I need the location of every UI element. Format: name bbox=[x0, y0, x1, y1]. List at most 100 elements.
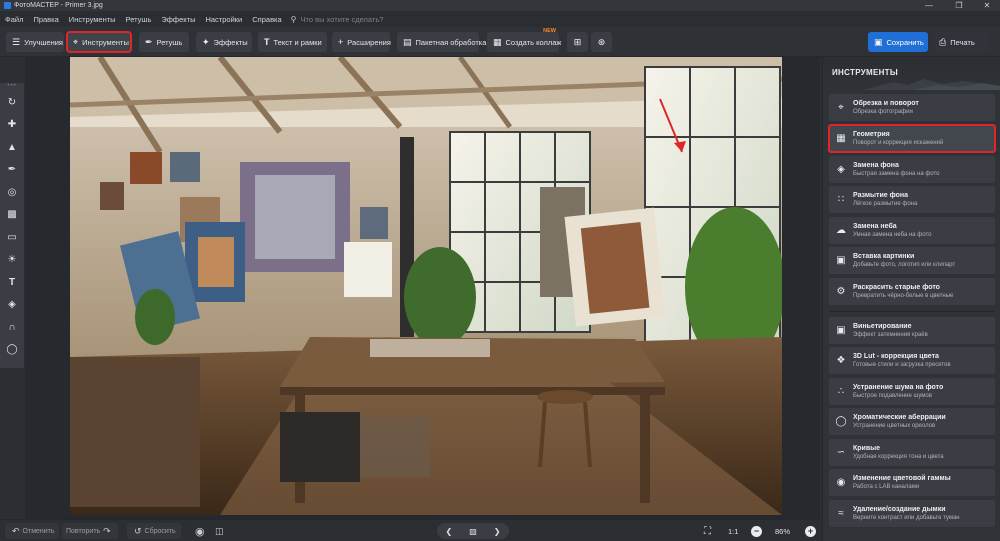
undo-icon: ↶ bbox=[12, 525, 20, 536]
target-tool-icon[interactable]: ◎ bbox=[0, 181, 24, 204]
tool-geometry[interactable]: ▦ Геометрия Поворот и коррекция искажений bbox=[828, 124, 996, 153]
next-file-icon[interactable]: ❯ bbox=[494, 527, 501, 536]
photo-canvas[interactable] bbox=[70, 57, 782, 515]
zoom-in-button[interactable]: + bbox=[805, 523, 816, 539]
sun-tool-icon[interactable]: ☀ bbox=[0, 249, 24, 272]
lasso-tool-icon[interactable]: ∩ bbox=[0, 316, 24, 339]
menu-search[interactable]: ⚲ Что вы хотите сделать? bbox=[291, 15, 384, 24]
text-tool-icon[interactable]: T bbox=[0, 271, 24, 294]
tool-background-blur[interactable]: ∷ Размытие фона Лёгкое размытие фона bbox=[829, 186, 995, 213]
dehaze-icon: ≈ bbox=[838, 508, 844, 519]
retouch-button[interactable]: ✒ Ретушь bbox=[139, 32, 189, 52]
tool-background-replace[interactable]: ◈ Замена фона Быстрая замена фона на фото bbox=[829, 156, 995, 183]
collage-button[interactable]: ▦ Создать коллаж NEW bbox=[487, 28, 561, 52]
ratio-label: 1:1 bbox=[728, 526, 739, 536]
curves-icon: ∽ bbox=[836, 447, 846, 458]
reset-button[interactable]: ↺ Сбросить bbox=[127, 523, 181, 539]
tool-title: Виньетирование bbox=[853, 323, 912, 330]
export-button[interactable]: ⊞ bbox=[567, 32, 588, 52]
tool-title: Вставка картинки bbox=[853, 253, 915, 260]
maximize-button[interactable]: ❐ bbox=[948, 0, 970, 11]
tool-colorize[interactable]: ⚙ Раскрасить старые фото Превратить чёрно… bbox=[829, 278, 995, 305]
tool-insert-image[interactable]: ▣ Вставка картинки Добавьте фото, логотип… bbox=[829, 247, 995, 274]
extensions-button[interactable]: + Расширения bbox=[332, 32, 391, 52]
menu-bar: Файл Правка Инструменты Ретушь Эффекты Н… bbox=[0, 11, 1000, 27]
folder-icon[interactable]: ▧ bbox=[469, 527, 477, 536]
preset-icon: ⊛ bbox=[597, 36, 606, 47]
tool-subtitle: Добавьте фото, логотип или клипарт bbox=[853, 262, 956, 268]
tool-denoise[interactable]: ∴ Устранение шума на фото Быстрое подавле… bbox=[829, 378, 995, 405]
menu-edit[interactable]: Правка bbox=[28, 15, 63, 24]
compare-toggle[interactable]: ◫ bbox=[212, 523, 227, 539]
tool-chromatic-aberration[interactable]: ◯ Хроматические аберрации Устранение цвет… bbox=[829, 408, 995, 435]
close-button[interactable]: ✕ bbox=[976, 0, 998, 11]
extensions-label: Расширения bbox=[347, 37, 391, 47]
tool-title: Геометрия bbox=[853, 131, 890, 138]
batch-button[interactable]: ▤ Пакетная обработка bbox=[397, 32, 486, 52]
tool-subtitle: Быстрая замена фона на фото bbox=[853, 171, 940, 177]
drag-handle[interactable]: ••• bbox=[0, 83, 24, 91]
export-icon: ⊞ bbox=[573, 36, 582, 47]
tool-3d-lut[interactable]: ❖ 3D Lut - коррекция цвета Готовые стили … bbox=[829, 347, 995, 374]
rotate-tool-icon[interactable]: ↻ bbox=[0, 91, 24, 114]
save-button[interactable]: ▣ Сохранить bbox=[868, 32, 928, 52]
tool-color-gamut[interactable]: ◉ Изменение цветовой гаммы Работа с LAB к… bbox=[829, 469, 995, 496]
batch-icon: ▤ bbox=[403, 36, 412, 47]
redo-button[interactable]: Повторить ↷ bbox=[62, 523, 118, 539]
tool-title: Удаление/создание дымки bbox=[853, 506, 946, 513]
previous-file-icon[interactable]: ❮ bbox=[446, 527, 453, 536]
print-button[interactable]: ⎙ Печать bbox=[933, 32, 989, 52]
tool-vignette[interactable]: ▣ Виньетирование Эффект затемнения краёв bbox=[829, 317, 995, 344]
batch-label: Пакетная обработка bbox=[415, 37, 487, 47]
brush-tool-icon[interactable]: ✒ bbox=[0, 159, 24, 182]
actual-size-button[interactable]: 1:1 bbox=[728, 523, 738, 539]
zoom-out-button[interactable]: − bbox=[751, 523, 762, 539]
sky-icon: ☁ bbox=[836, 225, 846, 236]
minimize-button[interactable]: — bbox=[918, 0, 940, 11]
menu-retouch[interactable]: Ретушь bbox=[121, 15, 157, 24]
tool-title: Обрезка и поворот bbox=[853, 100, 919, 107]
tool-sky-replace[interactable]: ☁ Замена неба Умная замена неба на фото bbox=[829, 217, 995, 244]
tool-dehaze[interactable]: ≈ Удаление/создание дымки Верните контрас… bbox=[829, 500, 995, 527]
tools-panel: ИНСТРУМЕНТЫ ⌖ Обрезка и поворот Обрезка ф… bbox=[822, 57, 1000, 541]
tool-title: Кривые bbox=[853, 445, 881, 452]
canvas-area[interactable] bbox=[25, 57, 820, 519]
menu-tools[interactable]: Инструменты bbox=[64, 15, 121, 24]
collage-icon: ▦ bbox=[493, 36, 502, 47]
bandage-tool-icon[interactable]: ✚ bbox=[0, 114, 24, 137]
zoom-level[interactable]: 86% bbox=[775, 523, 790, 539]
fill-tool-icon[interactable]: ◈ bbox=[0, 294, 24, 317]
tool-subtitle: Работа с LAB каналами bbox=[853, 484, 920, 490]
print-label: Печать bbox=[950, 37, 975, 47]
fit-screen-button[interactable]: ⛶ bbox=[704, 523, 711, 539]
globe-tool-icon[interactable]: ◯ bbox=[0, 339, 24, 362]
stamp-tool-icon[interactable]: ▲ bbox=[0, 136, 24, 159]
improve-label: Улучшения bbox=[24, 37, 63, 47]
menu-effects[interactable]: Эффекты bbox=[156, 15, 200, 24]
effects-button[interactable]: ✦ Эффекты bbox=[196, 32, 252, 52]
insert-image-icon: ▣ bbox=[836, 255, 846, 266]
improve-button[interactable]: ☰ Улучшения bbox=[6, 32, 64, 52]
preview-toggle[interactable]: ◉ bbox=[192, 523, 208, 539]
gradient-tool-icon[interactable]: ▩ bbox=[0, 204, 24, 227]
app-logo-icon bbox=[4, 2, 11, 9]
bottom-bar: ↶ Отменить Повторить ↷ ↺ Сбросить ◉ ◫ ❮ … bbox=[0, 519, 822, 541]
tools-button[interactable]: ⌖ Инструменты bbox=[66, 31, 132, 53]
text-frames-button[interactable]: T Текст и рамки bbox=[258, 32, 327, 52]
tool-crop-rotate[interactable]: ⌖ Обрезка и поворот Обрезка фотографии bbox=[829, 94, 995, 121]
new-badge: NEW bbox=[543, 28, 556, 34]
menu-settings[interactable]: Настройки bbox=[200, 15, 247, 24]
menu-file[interactable]: Файл bbox=[0, 15, 28, 24]
window-title: ФотоМАСТЕР - Primer 3.jpg bbox=[14, 2, 103, 9]
studio-photo bbox=[70, 57, 782, 515]
main-toolbar: ☰ Улучшения ⌖ Инструменты ✒ Ретушь ✦ Эфф… bbox=[0, 27, 1000, 57]
tool-title: 3D Lut - коррекция цвета bbox=[853, 353, 939, 360]
rect-tool-icon[interactable]: ▭ bbox=[0, 226, 24, 249]
tool-curves[interactable]: ∽ Кривые Удобная коррекция тона и цвета bbox=[829, 439, 995, 466]
menu-help[interactable]: Справка bbox=[247, 15, 286, 24]
settings-preset-button[interactable]: ⊛ bbox=[591, 32, 612, 52]
undo-button[interactable]: ↶ Отменить bbox=[5, 523, 59, 539]
tool-title: Изменение цветовой гаммы bbox=[853, 475, 951, 482]
tool-title: Устранение шума на фото bbox=[853, 384, 944, 391]
mountain-decoration bbox=[863, 79, 1000, 90]
